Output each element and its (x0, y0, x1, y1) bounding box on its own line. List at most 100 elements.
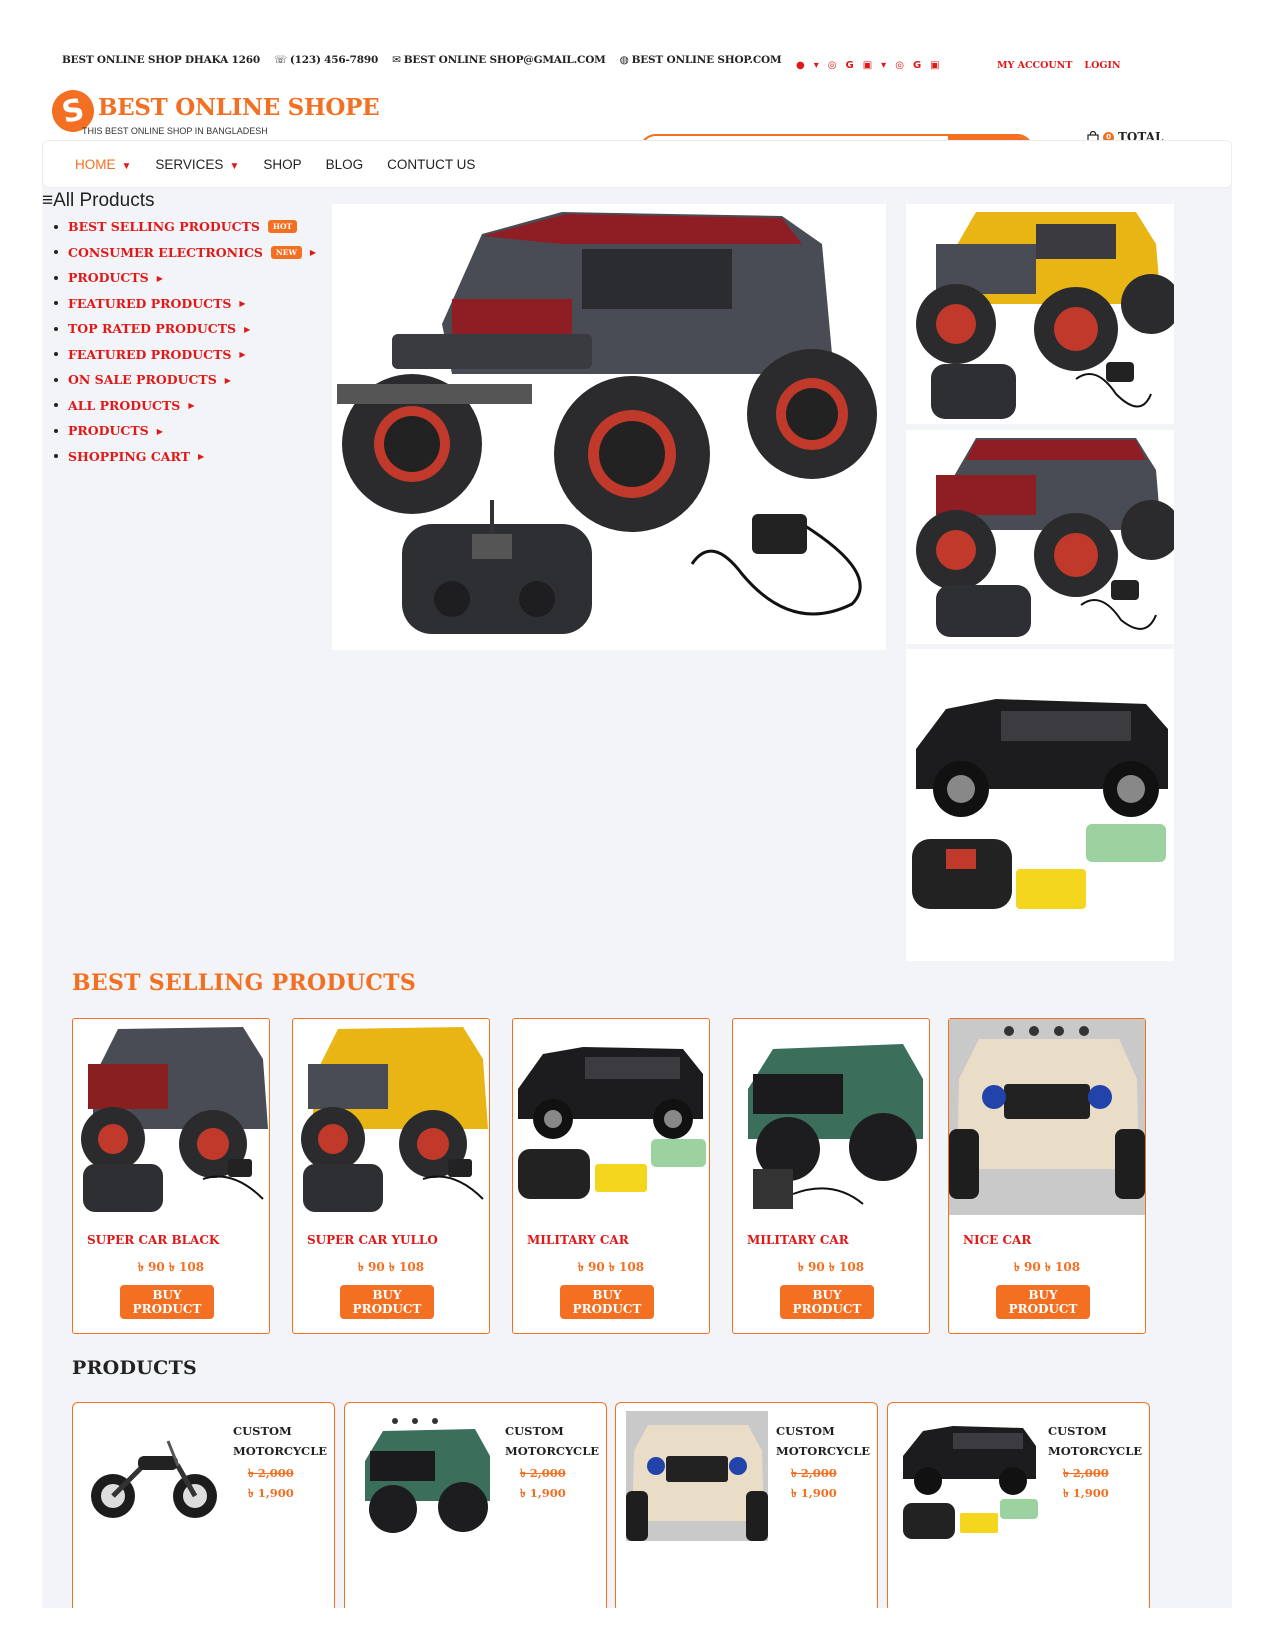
account-links: MY ACCOUNT LOGIN (997, 60, 1121, 71)
buy-product-button[interactable]: BUY PRODUCT (560, 1285, 654, 1319)
product-image[interactable] (898, 1411, 1040, 1541)
page: BEST ONLINE SHOP DHAKA 1260 ☏ (123) 456-7… (42, 42, 1232, 1608)
category-label: FEATURED PRODUCTS (68, 346, 232, 362)
rc-suv-black-image (518, 1047, 706, 1199)
banner-thumb-red[interactable] (906, 430, 1174, 644)
all-products-heading[interactable]: ≡All Products (42, 190, 154, 212)
tagline: THIS BEST ONLINE SHOP IN BANGLADESH (82, 126, 268, 136)
product-card[interactable]: CUSTOM MOTORCYCLE ৳ 2,000 ৳ 1,900 (615, 1402, 878, 1608)
product-image[interactable] (513, 1019, 709, 1215)
old-price: ৳ 2,000 (1063, 1466, 1109, 1480)
sale-price: ৳ 1,900 (1063, 1486, 1109, 1500)
linkedin-icon[interactable]: ▣ (930, 60, 939, 71)
category-item[interactable]: BEST SELLING PRODUCTS HOT (54, 214, 316, 240)
nav-contact[interactable]: CONTUCT US (387, 157, 475, 172)
nav-blog[interactable]: BLOG (326, 157, 364, 172)
google-icon[interactable]: G (846, 60, 854, 71)
product-image[interactable] (949, 1019, 1145, 1215)
caret-right-icon: ▶ (156, 425, 163, 436)
login-link[interactable]: LOGIN (1084, 60, 1120, 71)
product-card[interactable]: CUSTOM MOTORCYCLE ৳ 2,000 ৳ 1,900 (887, 1402, 1150, 1608)
nav-services[interactable]: SERVICES ▼ (155, 157, 239, 172)
google-icon[interactable]: G (913, 60, 921, 71)
category-item[interactable]: PRODUCTS ▶ (54, 418, 316, 444)
banner-thumb-yellow[interactable] (906, 204, 1174, 424)
product-name[interactable]: MILITARY CAR (747, 1233, 849, 1247)
banner-thumb-black[interactable] (906, 649, 1174, 961)
product-card[interactable]: MILITARY CAR ৳ 90 ৳ 108 BUY PRODUCT (732, 1018, 930, 1334)
category-item[interactable]: ALL PRODUCTS ▶ (54, 393, 316, 419)
product-image[interactable] (73, 1019, 269, 1215)
product-name[interactable]: CUSTOM MOTORCYCLE (505, 1421, 605, 1461)
product-name[interactable]: SUPER CAR BLACK (87, 1233, 219, 1247)
category-label: BEST SELLING PRODUCTS (68, 219, 260, 235)
product-image[interactable] (293, 1019, 489, 1215)
category-item[interactable]: CONSUMER ELECTRONICS NEW ▶ (54, 240, 316, 266)
github-icon[interactable]: ● (796, 60, 805, 71)
product-price: ৳ 90 ৳ 108 (577, 1260, 645, 1274)
product-name[interactable]: CUSTOM MOTORCYCLE (1048, 1421, 1148, 1461)
brand-name[interactable]: BEST ONLINE SHOPE (98, 94, 380, 121)
product-price: ৳ 90 ৳ 108 (1013, 1260, 1081, 1274)
product-card[interactable]: CUSTOM MOTORCYCLE ৳ 2,000 ৳ 1,900 (72, 1402, 335, 1608)
product-name[interactable]: CUSTOM MOTORCYCLE (233, 1421, 333, 1461)
my-account-link[interactable]: MY ACCOUNT (997, 60, 1072, 71)
sale-price: ৳ 1,900 (520, 1486, 566, 1500)
category-item[interactable]: FEATURED PRODUCTS ▶ (54, 342, 316, 368)
twitter-icon[interactable]: ▾ (814, 60, 819, 71)
menu-icon: ≡ (42, 190, 54, 211)
category-item[interactable]: PRODUCTS ▶ (54, 265, 316, 291)
product-card[interactable]: NICE CAR ৳ 90 ৳ 108 BUY PRODUCT (948, 1018, 1146, 1334)
product-card[interactable]: SUPER CAR YULLO ৳ 90 ৳ 108 BUY PRODUCT (292, 1018, 490, 1334)
product-image[interactable] (733, 1019, 929, 1215)
email-text: BEST ONLINE SHOP@GMAIL.COM (403, 54, 606, 66)
buy-product-button[interactable]: BUY PRODUCT (340, 1285, 434, 1319)
category-item[interactable]: TOP RATED PRODUCTS ▶ (54, 316, 316, 342)
nav-shop[interactable]: SHOP (263, 157, 301, 172)
product-card[interactable]: SUPER CAR BLACK ৳ 90 ৳ 108 BUY PRODUCT (72, 1018, 270, 1334)
twitter-icon[interactable]: ▾ (881, 60, 886, 71)
caret-down-icon: ▼ (121, 160, 132, 172)
main-banner-image[interactable] (332, 204, 886, 650)
product-name[interactable]: CUSTOM MOTORCYCLE (776, 1421, 876, 1461)
phone-text: (123) 456-7890 (289, 54, 379, 66)
website-item[interactable]: ◍ BEST ONLINE SHOP.COM (620, 54, 782, 66)
product-price: ৳ 90 ৳ 108 (137, 1260, 205, 1274)
buy-product-button[interactable]: BUY PRODUCT (120, 1285, 214, 1319)
product-card[interactable]: MILITARY CAR ৳ 90 ৳ 108 BUY PRODUCT (512, 1018, 710, 1334)
caret-down-icon: ▼ (229, 160, 240, 172)
rc-truck-yellow-image (301, 1027, 488, 1212)
instagram-icon[interactable]: ◎ (828, 60, 837, 71)
contact-info: BEST ONLINE SHOP DHAKA 1260 ☏ (123) 456-7… (62, 54, 782, 66)
category-item[interactable]: ON SALE PRODUCTS ▶ (54, 367, 316, 393)
email-item[interactable]: ✉ BEST ONLINE SHOP@GMAIL.COM (392, 54, 606, 66)
category-list: BEST SELLING PRODUCTS HOT CONSUMER ELECTR… (54, 214, 316, 469)
mail-icon: ✉ (392, 54, 401, 66)
product-image[interactable] (83, 1411, 225, 1541)
social-links: ● ▾ ◎ G ▣ ▾ ◎ G ▣ (796, 60, 940, 71)
instagram-icon[interactable]: ◎ (895, 60, 904, 71)
buy-product-button[interactable]: BUY PRODUCT (780, 1285, 874, 1319)
product-image[interactable] (355, 1411, 497, 1541)
product-name[interactable]: NICE CAR (963, 1233, 1031, 1247)
caret-right-icon: ▶ (244, 323, 251, 334)
nav-home[interactable]: HOME ▼ (75, 157, 131, 172)
old-price: ৳ 2,000 (791, 1466, 837, 1480)
rc-suv-black-illustration (912, 699, 1168, 909)
ride-on-jeep-image (949, 1019, 1145, 1215)
category-item[interactable]: FEATURED PRODUCTS ▶ (54, 291, 316, 317)
category-label: ALL PRODUCTS (68, 397, 181, 413)
product-image[interactable] (626, 1411, 768, 1541)
product-name[interactable]: MILITARY CAR (527, 1233, 629, 1247)
category-item[interactable]: SHOPPING CART ▶ (54, 444, 316, 470)
hot-badge: HOT (267, 220, 298, 234)
product-card[interactable]: CUSTOM MOTORCYCLE ৳ 2,000 ৳ 1,900 (344, 1402, 607, 1608)
caret-right-icon: ▶ (188, 400, 195, 411)
nav-services-label: SERVICES (155, 156, 224, 172)
phone-icon: ☏ (273, 54, 287, 66)
caret-right-icon: ▶ (197, 451, 205, 462)
product-name[interactable]: SUPER CAR YULLO (307, 1233, 438, 1247)
linkedin-icon[interactable]: ▣ (863, 60, 872, 71)
buy-product-button[interactable]: BUY PRODUCT (996, 1285, 1090, 1319)
caret-right-icon: ▶ (239, 349, 246, 360)
